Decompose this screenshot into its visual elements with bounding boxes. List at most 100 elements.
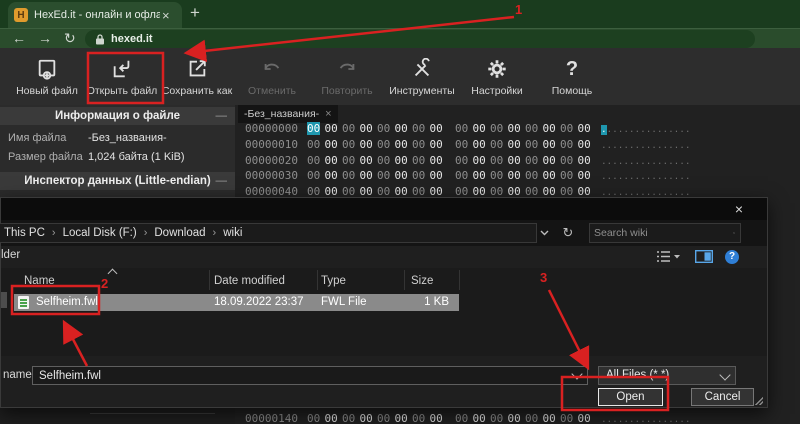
dialog-close-icon[interactable]: × bbox=[727, 200, 751, 218]
forward-icon[interactable]: → bbox=[38, 30, 52, 46]
hex-byte[interactable]: 00 bbox=[307, 412, 320, 424]
hex-byte[interactable]: 00 bbox=[412, 154, 425, 167]
filename-input[interactable] bbox=[32, 366, 588, 385]
hex-byte[interactable]: 00 bbox=[508, 122, 521, 135]
cancel-button[interactable]: Cancel bbox=[691, 388, 754, 406]
hex-byte[interactable]: 00 bbox=[508, 154, 521, 167]
hex-byte[interactable]: 00 bbox=[430, 169, 443, 182]
hex-byte[interactable]: 00 bbox=[525, 138, 538, 151]
hex-byte[interactable]: 00 bbox=[325, 122, 338, 135]
hex-document-tab[interactable]: -Без_названия- × bbox=[238, 105, 338, 123]
hex-byte[interactable]: 00 bbox=[430, 138, 443, 151]
hex-byte[interactable]: 00 bbox=[473, 122, 486, 135]
open-button[interactable]: Open bbox=[598, 388, 663, 406]
hex-byte[interactable]: 00 bbox=[412, 138, 425, 151]
hex-byte[interactable]: 00 bbox=[377, 138, 390, 151]
hex-byte[interactable]: 00 bbox=[395, 138, 408, 151]
hex-byte[interactable]: 00 bbox=[560, 412, 573, 424]
save-as-button[interactable]: Сохранить как bbox=[163, 48, 231, 105]
hex-byte[interactable]: 00 bbox=[360, 122, 373, 135]
hex-byte[interactable]: 00 bbox=[543, 122, 556, 135]
hex-byte[interactable]: 00 bbox=[360, 169, 373, 182]
breadcrumb-item[interactable]: wiki bbox=[223, 227, 242, 239]
search-box[interactable] bbox=[589, 223, 741, 243]
hex-byte[interactable]: 00 bbox=[560, 122, 573, 135]
hex-byte[interactable]: 00 bbox=[325, 169, 338, 182]
resize-grip[interactable] bbox=[755, 397, 763, 405]
hex-byte[interactable]: 00 bbox=[430, 122, 443, 135]
tools-button[interactable]: Инструменты bbox=[388, 48, 456, 105]
hex-byte[interactable]: 00 bbox=[578, 154, 591, 167]
dialog-title-bar[interactable]: × bbox=[1, 198, 767, 220]
hex-byte[interactable]: 00 bbox=[307, 138, 320, 151]
view-mode-icon[interactable] bbox=[656, 250, 682, 268]
hex-byte[interactable]: 00 bbox=[342, 138, 355, 151]
column-divider[interactable] bbox=[459, 270, 460, 290]
help-button[interactable]: ? Помощь bbox=[538, 48, 606, 105]
hex-byte[interactable]: 00 bbox=[395, 169, 408, 182]
undo-button[interactable]: Отменить bbox=[238, 48, 306, 105]
hex-byte[interactable]: 00 bbox=[412, 412, 425, 424]
hex-byte[interactable]: 00 bbox=[325, 138, 338, 151]
hex-byte[interactable]: 00 bbox=[543, 169, 556, 182]
hex-byte[interactable]: 00 bbox=[525, 122, 538, 135]
breadcrumb-item[interactable]: Local Disk (F:) bbox=[63, 227, 137, 239]
hex-byte[interactable]: 00 bbox=[307, 154, 320, 167]
hex-byte[interactable]: 00 bbox=[455, 412, 468, 424]
new-tab-button[interactable]: + bbox=[190, 3, 200, 23]
hex-byte[interactable]: 00 bbox=[342, 169, 355, 182]
hex-byte[interactable]: 00 bbox=[490, 412, 503, 424]
hex-byte[interactable]: 00 bbox=[325, 412, 338, 424]
hex-byte[interactable]: 00 bbox=[360, 138, 373, 151]
hex-byte[interactable]: 00 bbox=[525, 169, 538, 182]
hex-byte[interactable]: 00 bbox=[412, 122, 425, 135]
tab-close-icon[interactable]: × bbox=[162, 8, 170, 23]
hex-byte[interactable]: 00 bbox=[430, 154, 443, 167]
column-header-name[interactable]: Name bbox=[24, 275, 55, 287]
hex-byte[interactable]: 00 bbox=[473, 138, 486, 151]
hex-byte[interactable]: 00 bbox=[578, 412, 591, 424]
hex-byte[interactable]: 00 bbox=[473, 154, 486, 167]
hex-byte[interactable]: 00 bbox=[455, 169, 468, 182]
open-file-button[interactable]: Открыть файл bbox=[88, 48, 156, 105]
hex-byte[interactable]: 00 bbox=[377, 412, 390, 424]
hex-byte[interactable]: 00 bbox=[455, 138, 468, 151]
column-divider[interactable] bbox=[209, 270, 210, 290]
hex-byte[interactable]: 00 bbox=[307, 122, 320, 135]
hex-byte[interactable]: 00 bbox=[342, 154, 355, 167]
hex-byte[interactable]: 00 bbox=[560, 169, 573, 182]
column-header-size[interactable]: Size bbox=[411, 275, 433, 287]
address-bar[interactable]: hexed.it bbox=[85, 30, 755, 48]
hex-byte[interactable]: 00 bbox=[508, 138, 521, 151]
hex-byte[interactable]: 00 bbox=[525, 154, 538, 167]
address-dropdown-icon[interactable] bbox=[535, 223, 553, 243]
hex-byte[interactable]: 00 bbox=[578, 169, 591, 182]
new-folder-button-fragment[interactable]: lder bbox=[1, 249, 20, 261]
hex-byte[interactable]: 00 bbox=[525, 412, 538, 424]
hex-byte[interactable]: 00 bbox=[543, 138, 556, 151]
refresh-icon[interactable]: ↻ bbox=[558, 223, 578, 243]
hex-byte[interactable]: 00 bbox=[360, 412, 373, 424]
breadcrumb-item[interactable]: Download bbox=[154, 227, 205, 239]
hex-byte[interactable]: 00 bbox=[508, 412, 521, 424]
hex-byte[interactable]: 00 bbox=[395, 154, 408, 167]
settings-button[interactable]: Настройки bbox=[463, 48, 531, 105]
file-type-filter[interactable]: All Files (*.*) bbox=[598, 366, 736, 385]
hex-byte[interactable]: 00 bbox=[395, 412, 408, 424]
hex-byte[interactable]: 00 bbox=[543, 154, 556, 167]
file-name-cell[interactable]: Selfheim.fwl bbox=[36, 296, 98, 308]
hex-tab-close-icon[interactable]: × bbox=[325, 108, 331, 120]
hex-byte[interactable]: 00 bbox=[455, 122, 468, 135]
browser-tab[interactable]: H HexEd.it - онлайн и офлайн ред × bbox=[8, 2, 182, 28]
hex-byte[interactable]: 00 bbox=[342, 412, 355, 424]
new-file-button[interactable]: Новый файл bbox=[13, 48, 81, 105]
hex-byte[interactable]: 00 bbox=[560, 154, 573, 167]
scrollbar-thumb[interactable] bbox=[1, 292, 7, 308]
column-header-date[interactable]: Date modified bbox=[214, 275, 285, 287]
hex-byte[interactable]: 00 bbox=[490, 154, 503, 167]
hex-byte[interactable]: 00 bbox=[342, 122, 355, 135]
hex-byte[interactable]: 00 bbox=[412, 169, 425, 182]
hex-byte[interactable]: 00 bbox=[560, 138, 573, 151]
file-row-selected[interactable]: Selfheim.fwl 18.09.2022 23:37 FWL File 1… bbox=[14, 294, 459, 311]
hex-byte[interactable]: 00 bbox=[455, 154, 468, 167]
